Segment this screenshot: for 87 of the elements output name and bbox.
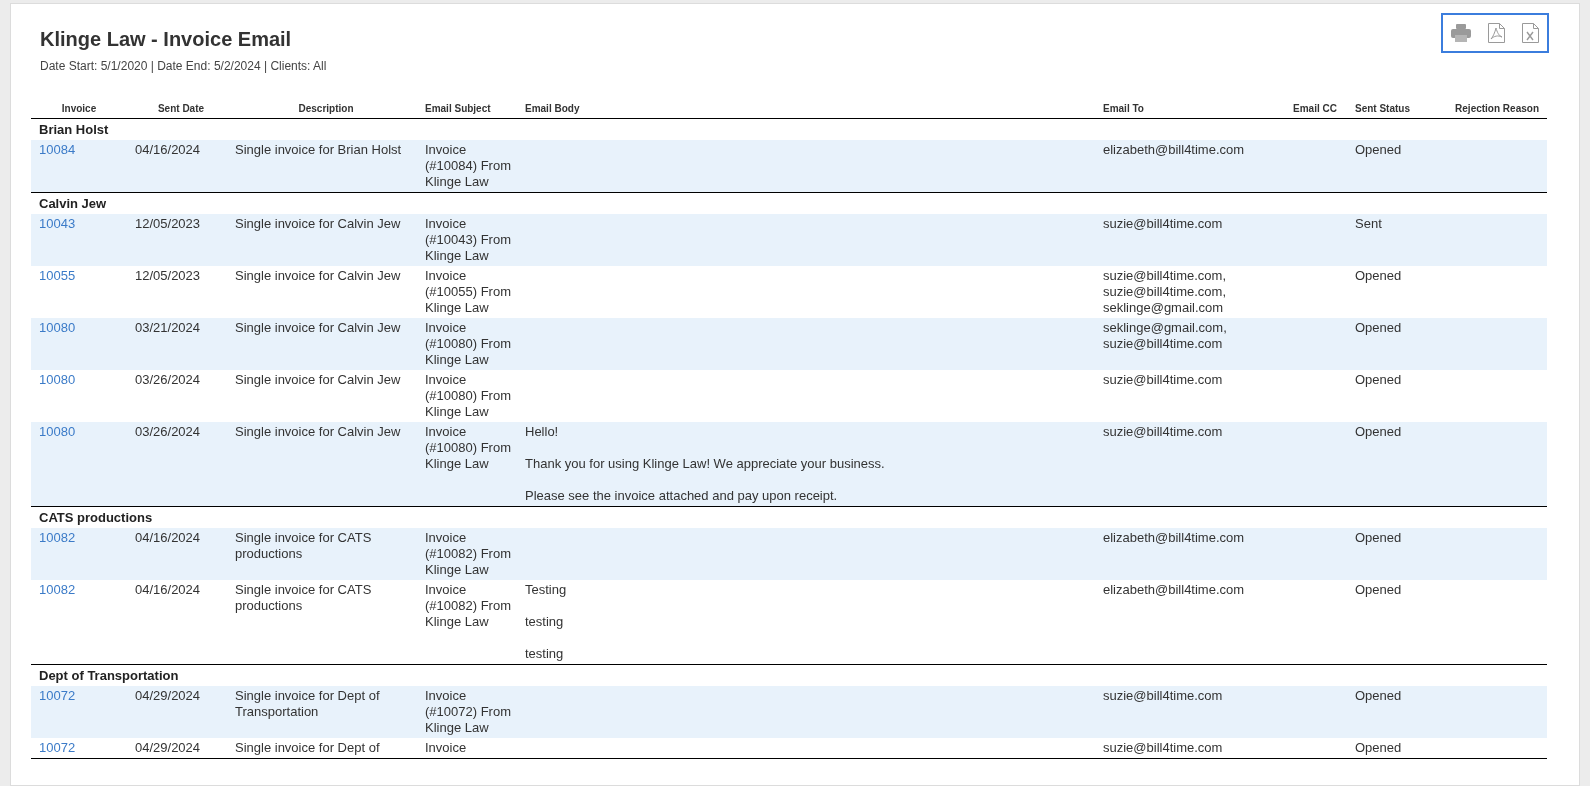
table-cell: 04/16/2024 xyxy=(135,530,201,545)
invoice-link[interactable]: 10080 xyxy=(39,424,76,439)
email-body-text: Please see the invoice attached and pay upon receipt. xyxy=(525,488,839,504)
column-header: Invoice xyxy=(60,102,98,116)
email-body-text: Thank you for using Klinge Law! We appreciate your business. xyxy=(525,456,886,472)
table-cell: 12/05/2023 xyxy=(135,216,201,231)
table-cell: Invoice (#10055) From Klinge Law xyxy=(425,268,511,315)
email-body-text: Hello! xyxy=(525,424,560,440)
column-header: Sent Status xyxy=(1355,102,1411,116)
table-cell: Single invoice for Calvin Jew xyxy=(235,424,401,439)
email-address: suzie@bill4time.com xyxy=(1103,424,1224,440)
table-cell: Single invoice for Dept of Transportation xyxy=(235,688,380,719)
table-cell: Single invoice for CATS productions xyxy=(235,582,372,613)
table-cell: Opened xyxy=(1355,530,1402,545)
table-cell: Invoice (#10080) From Klinge Law xyxy=(425,372,511,419)
email-address: suzie@bill4time.com xyxy=(1103,688,1224,704)
table-cell: 04/16/2024 xyxy=(135,142,201,157)
spreadsheet-file-icon[interactable] xyxy=(1522,23,1539,43)
table-cell: Single invoice for Brian Holst xyxy=(235,142,402,157)
table-cell: Invoice (#10084) From Klinge Law xyxy=(425,142,511,189)
table-cell: 04/16/2024 xyxy=(135,582,201,597)
table-cell: Opened xyxy=(1355,372,1402,387)
column-header: Email Subject xyxy=(425,102,492,116)
table-cell: Single invoice for Calvin Jew xyxy=(235,372,401,387)
client-group-heading: Brian Holst xyxy=(39,120,109,139)
table-cell: Invoice (#10082) From Klinge Law xyxy=(425,582,511,629)
table-cell: Opened xyxy=(1355,424,1402,439)
table-cell: Invoice (#10072) From Klinge Law xyxy=(425,688,511,735)
table-cell: Invoice xyxy=(425,740,467,755)
client-group-heading: Calvin Jew xyxy=(39,194,107,213)
report-title: Klinge Law - Invoice Email xyxy=(40,27,293,51)
email-address: seklinge@gmail.com, xyxy=(1103,320,1228,336)
invoice-link[interactable]: 10082 xyxy=(39,582,76,597)
table-cell: 04/29/2024 xyxy=(135,688,201,703)
column-header: Email To xyxy=(1103,102,1145,116)
invoice-link[interactable]: 10055 xyxy=(39,268,76,283)
email-address: suzie@bill4time.com xyxy=(1103,216,1224,232)
table-cell: Opened xyxy=(1355,320,1402,335)
email-address: elizabeth@bill4time.com xyxy=(1103,582,1246,598)
table-cell: Single invoice for Dept of xyxy=(235,740,380,755)
print-icon[interactable] xyxy=(1451,24,1471,42)
invoice-link[interactable]: 10084 xyxy=(39,142,76,157)
pdf-file-icon[interactable] xyxy=(1488,23,1505,43)
invoice-link[interactable]: 10072 xyxy=(39,688,76,703)
client-group-heading: Dept of Transportation xyxy=(39,666,179,685)
table-cell: 03/21/2024 xyxy=(135,320,201,335)
email-body-text: testing xyxy=(525,646,565,662)
email-address: suzie@bill4time.com xyxy=(1103,740,1224,756)
email-address: seklinge@gmail.com xyxy=(1103,300,1225,316)
table-cell: Opened xyxy=(1355,142,1402,157)
invoice-link[interactable]: 10072 xyxy=(39,740,76,755)
table-cell: Single invoice for Calvin Jew xyxy=(235,320,401,335)
table-cell: Opened xyxy=(1355,688,1402,703)
invoice-link[interactable]: 10080 xyxy=(39,320,76,335)
email-address: suzie@bill4time.com, xyxy=(1103,268,1227,284)
email-body-text: testing xyxy=(525,614,565,630)
email-address: suzie@bill4time.com xyxy=(1103,372,1224,388)
table-cell: 12/05/2023 xyxy=(135,268,201,283)
table-cell: Invoice (#10080) From Klinge Law xyxy=(425,320,511,367)
client-group-heading: CATS productions xyxy=(39,508,153,527)
table-cell: 03/26/2024 xyxy=(135,424,201,439)
email-address: elizabeth@bill4time.com xyxy=(1103,142,1246,158)
table-cell: Single invoice for Calvin Jew xyxy=(235,216,401,231)
invoice-link[interactable]: 10080 xyxy=(39,372,76,387)
email-address: elizabeth@bill4time.com xyxy=(1103,530,1246,546)
column-header: Description xyxy=(297,102,355,116)
column-header: Email CC xyxy=(1292,102,1338,116)
table-cell: Invoice (#10043) From Klinge Law xyxy=(425,216,511,263)
invoice-link[interactable]: 10043 xyxy=(39,216,76,231)
table-cell: Invoice (#10082) From Klinge Law xyxy=(425,530,511,577)
table-cell: Opened xyxy=(1355,268,1402,283)
table-cell: Single invoice for CATS productions xyxy=(235,530,372,561)
column-header: Sent Date xyxy=(156,102,206,116)
table-cell: Opened xyxy=(1355,582,1402,597)
table-cell: 03/26/2024 xyxy=(135,372,201,387)
table-cell: Opened xyxy=(1355,740,1402,755)
table-cell: Single invoice for Calvin Jew xyxy=(235,268,401,283)
table-cell: Invoice (#10080) From Klinge Law xyxy=(425,424,511,471)
table-cell: 04/29/2024 xyxy=(135,740,201,755)
table-cell: Sent xyxy=(1355,216,1382,231)
email-body-text: Testing xyxy=(525,582,568,598)
email-address: suzie@bill4time.com, xyxy=(1103,284,1227,300)
invoice-link[interactable]: 10082 xyxy=(39,530,76,545)
report-filters: Date Start: 5/1/2020 | Date End: 5/2/2024 | Clients: All xyxy=(40,58,327,75)
column-header: Email Body xyxy=(525,102,581,116)
column-header: Rejection Reason xyxy=(1454,102,1540,116)
email-address: suzie@bill4time.com xyxy=(1103,336,1224,352)
